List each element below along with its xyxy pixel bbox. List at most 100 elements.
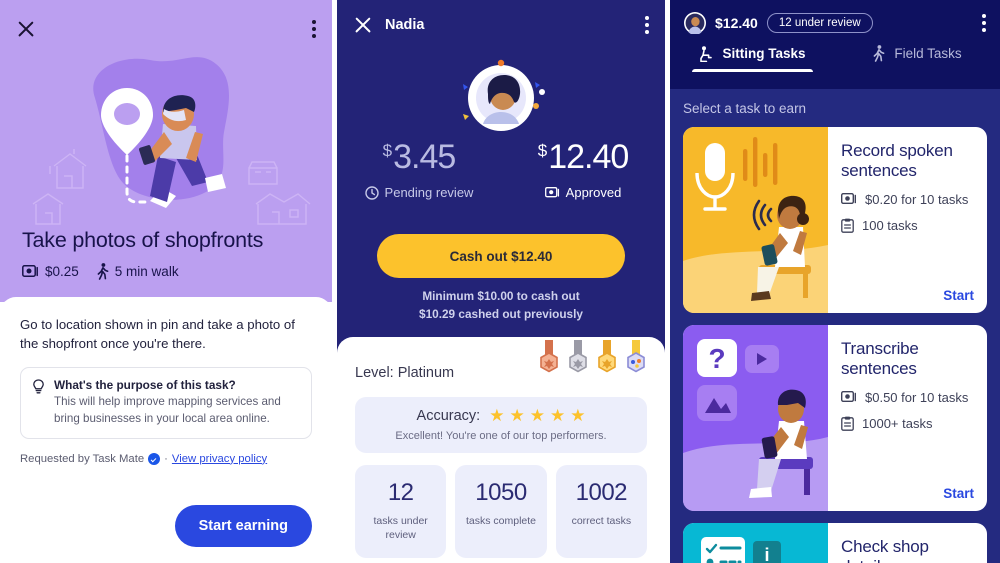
- note-title: What's the purpose of this task?: [54, 378, 236, 393]
- balances-row: $3.45 Pending review $12.40 Approved: [337, 140, 665, 200]
- approved-balance: $12.40 Approved: [501, 140, 665, 200]
- task-count-row: 100 tasks: [841, 217, 974, 235]
- tab-sitting-tasks[interactable]: Sitting Tasks: [670, 45, 835, 72]
- page-title: Take photos of shopfronts: [22, 228, 264, 252]
- task-info: Check shop details: [828, 523, 987, 563]
- walking-person-with-map-pin-illustration: [32, 57, 311, 225]
- panel2-title-group: Nadia: [353, 15, 425, 35]
- money-icon: [841, 192, 856, 204]
- task-pay-label: $0.50 for 10 tasks: [865, 389, 969, 405]
- start-task-link[interactable]: Start: [943, 288, 974, 303]
- overflow-menu-icon[interactable]: [312, 20, 316, 38]
- task-thumbnail: i: [683, 523, 828, 563]
- pending-amount: $3.45: [337, 140, 501, 174]
- three-panel-screenshot: Take photos of shopfronts $0.25 5 min wa…: [0, 0, 1000, 563]
- task-walk-label: 5 min walk: [114, 264, 179, 279]
- user-avatar-illustration: [463, 59, 545, 131]
- clipboard-icon: [841, 218, 854, 234]
- stat-tasks-under-review: 12 tasks under review: [355, 465, 447, 559]
- minimum-note: Minimum $10.00 to cash out: [422, 289, 580, 303]
- stat-number: 12: [387, 479, 414, 506]
- stat-number: 1050: [475, 479, 527, 506]
- task-pay-label: $0.20 for 10 tasks: [865, 191, 969, 207]
- credit-separator: ·: [164, 452, 168, 465]
- platinum-medal-icon: [627, 340, 645, 373]
- panel2-topbar: Nadia: [337, 10, 665, 40]
- panel3-header: $12.40 12 under review Sitting Tasks Fie…: [670, 0, 1000, 89]
- approved-value: 12.40: [548, 138, 629, 176]
- bronze-medal-icon: [540, 340, 558, 373]
- gold-medal-icon: [598, 340, 616, 373]
- privacy-policy-link[interactable]: View privacy policy: [172, 453, 267, 465]
- requested-by-row: Requested by Task Mate · View privacy po…: [20, 452, 312, 465]
- task-info: Record spoken sentences $0.20 for 10 tas…: [828, 127, 987, 313]
- task-card-check-shop-details[interactable]: i Check shop details: [683, 523, 987, 563]
- task-description: Go to location shown in pin and take a p…: [20, 317, 295, 352]
- money-icon: [544, 186, 559, 197]
- accuracy-subtitle: Excellent! You're one of our top perform…: [395, 430, 607, 442]
- task-name: Transcribe sentences: [841, 339, 919, 379]
- checklist-info-illustration: i: [683, 523, 828, 563]
- task-detail-sheet: Go to location shown in pin and take a p…: [0, 297, 332, 563]
- stat-caption: tasks under review: [373, 515, 428, 542]
- note-body: This will help improve mapping services …: [54, 395, 281, 425]
- cash-out-button[interactable]: Cash out $12.40: [377, 234, 625, 278]
- task-card-record-spoken-sentences[interactable]: Record spoken sentences $0.20 for 10 tas…: [683, 127, 987, 313]
- pending-label-row: Pending review: [337, 185, 501, 200]
- task-name: Check shop details: [841, 537, 929, 563]
- start-earning-button[interactable]: Start earning: [174, 505, 312, 547]
- under-review-chip[interactable]: 12 under review: [766, 13, 873, 33]
- close-icon[interactable]: [353, 15, 373, 35]
- pending-label: Pending review: [384, 185, 474, 200]
- medals-group: [538, 340, 647, 380]
- requested-by-label: Requested by Task Mate: [20, 452, 145, 465]
- account-summary: $12.40 12 under review: [684, 12, 873, 34]
- stats-sheet: Level: Platinum Accuracy: ★ ★ ★ ★ ★ Exce…: [337, 337, 665, 563]
- clipboard-icon: [841, 416, 854, 432]
- overflow-menu-icon[interactable]: [645, 16, 649, 34]
- verified-badge-icon: [148, 452, 161, 465]
- avatar-area: [337, 48, 665, 148]
- approved-currency: $: [537, 141, 548, 160]
- task-count-label: 100 tasks: [862, 218, 918, 234]
- tab-field-tasks[interactable]: Field Tasks: [835, 45, 1000, 72]
- silver-medal-icon: [569, 340, 587, 373]
- task-type-tabs: Sitting Tasks Field Tasks: [670, 45, 1000, 72]
- microphone-recording-illustration: [683, 127, 828, 313]
- svg-text:i: i: [764, 545, 769, 563]
- task-card-transcribe-sentences[interactable]: ? Transcribe sentences $0.50 for 10 task…: [683, 325, 987, 511]
- cash-out-notes: Minimum $10.00 to cash out $10.29 cashed…: [337, 287, 665, 324]
- star-icon: ★: [509, 406, 525, 425]
- star-icon: ★: [570, 406, 586, 425]
- start-task-link[interactable]: Start: [943, 486, 974, 501]
- panel3-topbar: $12.40 12 under review: [670, 0, 1000, 34]
- task-pay: $0.25: [22, 264, 79, 279]
- stat-caption: tasks complete: [465, 515, 536, 527]
- task-thumbnail: ?: [683, 325, 828, 511]
- money-icon: [22, 265, 38, 277]
- stats-row: 12 tasks under review 1050 tasks complet…: [355, 465, 647, 559]
- task-count-row: 1000+ tasks: [841, 415, 974, 433]
- walking-person-icon: [873, 45, 885, 62]
- task-pay-row: $0.20 for 10 tasks: [841, 191, 974, 209]
- star-rating: ★ ★ ★ ★ ★: [489, 407, 585, 424]
- panel-task-detail: Take photos of shopfronts $0.25 5 min wa…: [0, 0, 332, 563]
- task-list-subtitle: Select a task to earn: [683, 101, 807, 116]
- approved-label-row: Approved: [501, 185, 665, 200]
- accuracy-label: Accuracy:: [416, 407, 481, 424]
- stat-tasks-complete: 1050 tasks complete: [455, 465, 547, 559]
- accuracy-row: Accuracy: ★ ★ ★ ★ ★: [367, 407, 635, 424]
- clock-icon: [364, 185, 379, 200]
- overflow-menu-icon[interactable]: [982, 14, 986, 32]
- star-icon: ★: [549, 406, 566, 425]
- user-avatar-icon[interactable]: [684, 12, 706, 34]
- stat-correct-tasks: 1002 correct tasks: [555, 465, 647, 559]
- balance-label: $12.40: [715, 15, 758, 31]
- task-pay-label: $0.25: [45, 264, 79, 279]
- pending-value: 3.45: [393, 138, 456, 176]
- close-icon[interactable]: [16, 19, 36, 39]
- star-icon: ★: [529, 406, 545, 425]
- task-pay-row: $0.50 for 10 tasks: [841, 389, 974, 407]
- task-info: Transcribe sentences $0.50 for 10 tasks …: [828, 325, 987, 511]
- approved-label: Approved: [565, 185, 622, 200]
